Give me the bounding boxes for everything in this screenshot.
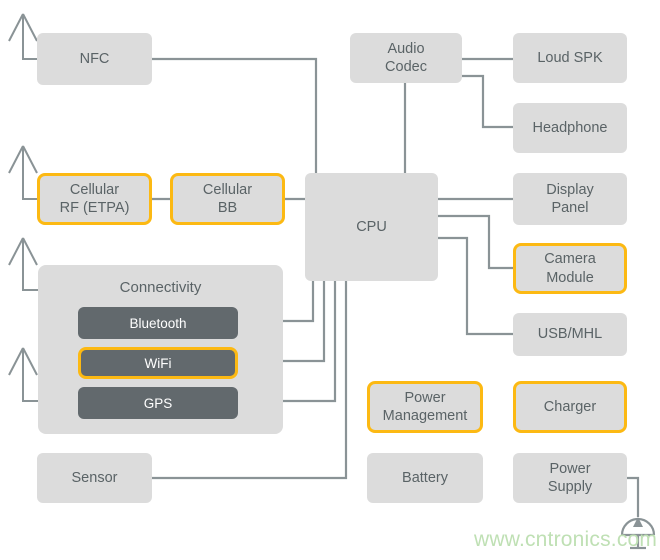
group-connectivity-title: Connectivity bbox=[119, 279, 202, 296]
block-cpu[interactable]: CPU bbox=[305, 173, 438, 281]
watermark: www.cntronics.com bbox=[474, 528, 658, 551]
block-wifi[interactable]: WiFi bbox=[78, 347, 238, 379]
block-usb-mhl[interactable]: USB/MHL bbox=[513, 313, 627, 356]
block-charger[interactable]: Charger bbox=[513, 381, 627, 433]
system-block-diagram: NFC Cellular RF (ETPA) Cellular BB CPU A… bbox=[0, 0, 660, 560]
block-power-management[interactable]: Power Management bbox=[367, 381, 483, 433]
block-sensor[interactable]: Sensor bbox=[37, 453, 152, 503]
block-power-supply[interactable]: Power Supply bbox=[513, 453, 627, 503]
block-loud-spk[interactable]: Loud SPK bbox=[513, 33, 627, 83]
block-battery[interactable]: Battery bbox=[367, 453, 483, 503]
block-cellular-rf[interactable]: Cellular RF (ETPA) bbox=[37, 173, 152, 225]
block-audio-codec[interactable]: Audio Codec bbox=[350, 33, 462, 83]
group-connectivity: Connectivity Bluetooth WiFi GPS bbox=[38, 265, 283, 434]
block-bluetooth[interactable]: Bluetooth bbox=[78, 307, 238, 339]
block-nfc[interactable]: NFC bbox=[37, 33, 152, 85]
block-gps[interactable]: GPS bbox=[78, 387, 238, 419]
block-cellular-bb[interactable]: Cellular BB bbox=[170, 173, 285, 225]
block-display-panel[interactable]: Display Panel bbox=[513, 173, 627, 225]
block-camera-module[interactable]: Camera Module bbox=[513, 243, 627, 294]
block-headphone[interactable]: Headphone bbox=[513, 103, 627, 153]
